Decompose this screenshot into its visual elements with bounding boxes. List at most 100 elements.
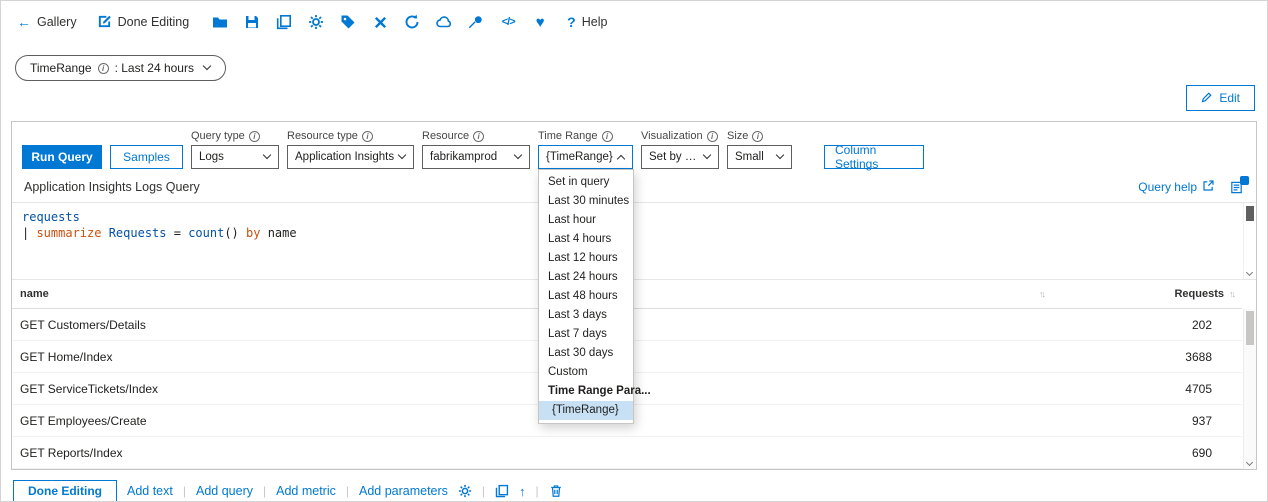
done-editing-button[interactable]: Done Editing: [97, 13, 190, 31]
close-icon[interactable]: [369, 15, 391, 30]
query-help-link[interactable]: Query help: [1138, 179, 1215, 195]
back-arrow-icon: ←: [17, 14, 31, 30]
time-range-label: Time Range: [538, 130, 598, 142]
save-icon[interactable]: [241, 14, 263, 30]
cell-requests: 4705: [1052, 372, 1242, 405]
run-query-button[interactable]: Run Query: [22, 145, 102, 169]
dropdown-item[interactable]: Custom: [539, 363, 633, 382]
dropdown-item[interactable]: Last 7 days: [539, 325, 633, 344]
dropdown-item[interactable]: Last 24 hours: [539, 268, 633, 287]
code-icon[interactable]: </>: [497, 16, 519, 28]
query-code-editor[interactable]: requests | summarize Requests = count() …: [12, 202, 1256, 280]
cell-requests: 937: [1052, 404, 1242, 437]
info-icon[interactable]: i: [601, 130, 613, 142]
dropdown-item[interactable]: Last 30 days: [539, 344, 633, 363]
info-icon[interactable]: i: [361, 130, 373, 142]
edit-button[interactable]: Edit: [1186, 85, 1255, 111]
dropdown-item[interactable]: Last 12 hours: [539, 249, 633, 268]
add-parameters-link[interactable]: Add parameters: [359, 484, 448, 498]
time-range-select[interactable]: {TimeRange}: [538, 145, 633, 169]
pencil-icon: [1201, 91, 1213, 106]
info-icon[interactable]: i: [473, 130, 485, 142]
add-text-link[interactable]: Add text: [127, 484, 173, 498]
code-scrollbar-thumb[interactable]: [1246, 206, 1254, 221]
column-header-requests[interactable]: Requests ↑↓: [1052, 280, 1242, 309]
parameter-row: TimeRange i : Last 24 hours: [1, 43, 1267, 83]
info-icon[interactable]: i: [97, 62, 109, 74]
query-item: Run Query Samples Query type i Logs Resou…: [11, 121, 1257, 470]
separator: |: [262, 484, 267, 498]
tag-icon[interactable]: [337, 14, 359, 30]
column-settings-button[interactable]: Column Settings: [824, 143, 924, 171]
help-button[interactable]: ? Help: [567, 14, 607, 30]
table-scrollbar-thumb[interactable]: [1246, 311, 1254, 345]
advanced-settings-icon[interactable]: [458, 484, 472, 498]
dropdown-item[interactable]: Last 3 days: [539, 306, 633, 325]
edit-row: Edit: [1, 83, 1267, 111]
chevron-down-icon: [202, 61, 212, 71]
dropdown-item[interactable]: Last 48 hours: [539, 287, 633, 306]
query-type-field: Query type i Logs: [191, 130, 279, 169]
time-range-field: Time Range i {TimeRange} Set in query Last…: [538, 130, 651, 424]
code-scrollbar[interactable]: [1243, 203, 1256, 279]
cell-name: GET Employees/Create: [12, 404, 1052, 437]
query-type-select[interactable]: Logs: [191, 145, 279, 169]
visualization-select[interactable]: Set by query: [641, 145, 719, 169]
dropdown-item[interactable]: Last hour: [539, 211, 633, 230]
query-controls: Run Query Samples Query type i Logs Resou…: [12, 122, 1256, 424]
time-range-pill[interactable]: TimeRange i : Last 24 hours: [15, 55, 226, 81]
pin-icon[interactable]: [465, 14, 487, 30]
cell-requests: 202: [1052, 308, 1242, 341]
settings-gear-icon[interactable]: [305, 14, 327, 30]
pill-name: TimeRange: [30, 61, 92, 75]
resource-type-field: Resource type i Application Insights: [287, 130, 414, 169]
info-icon[interactable]: i: [248, 130, 260, 142]
dropdown-item[interactable]: Time Range Para...: [539, 382, 651, 401]
samples-button[interactable]: Samples: [110, 145, 183, 169]
cloud-icon[interactable]: [433, 14, 455, 30]
size-select[interactable]: Small: [727, 145, 792, 169]
resource-type-label: Resource type: [287, 130, 358, 142]
cell-name: GET ServiceTickets/Index: [12, 372, 1052, 405]
scroll-down-arrow-icon[interactable]: [1245, 268, 1254, 277]
resource-type-select[interactable]: Application Insights: [287, 145, 414, 169]
chevron-up-icon: [616, 154, 626, 164]
done-editing-footer-button[interactable]: Done Editing: [13, 480, 117, 501]
done-editing-label: Done Editing: [117, 15, 190, 29]
delete-icon[interactable]: [549, 484, 563, 498]
chevron-down-icon: [775, 150, 785, 160]
cell-name: GET Customers/Details: [12, 308, 1052, 341]
info-icon[interactable]: i: [706, 130, 718, 142]
clone-icon[interactable]: [495, 484, 509, 498]
refresh-icon[interactable]: [401, 14, 423, 30]
dropdown-item[interactable]: Last 4 hours: [539, 230, 633, 249]
scroll-down-arrow-icon[interactable]: [1245, 458, 1254, 467]
sort-icon[interactable]: ↑↓: [1039, 289, 1046, 299]
size-field: Size i Small: [727, 130, 792, 169]
table-scrollbar[interactable]: [1243, 309, 1256, 469]
column-header-name[interactable]: name ↑↓: [12, 280, 1052, 309]
sort-icon[interactable]: ↑↓: [1229, 289, 1236, 299]
size-label: Size: [727, 130, 749, 142]
footer-bar: Done Editing Add text | Add query | Add …: [1, 470, 1267, 501]
gallery-button[interactable]: ← Gallery: [17, 14, 77, 30]
move-up-icon[interactable]: ↑: [519, 484, 526, 499]
folder-icon[interactable]: [209, 14, 231, 30]
info-icon[interactable]: i: [752, 130, 764, 142]
table-row[interactable]: GET Reports/Index 690: [12, 436, 1242, 469]
heart-icon[interactable]: ♥: [529, 14, 551, 31]
gallery-label: Gallery: [37, 15, 77, 29]
pill-value: : Last 24 hours: [114, 61, 194, 75]
notification-badge: [1240, 175, 1249, 185]
resource-select[interactable]: fabrikamprod: [422, 145, 530, 169]
chevron-down-icon: [702, 150, 712, 160]
results-area: name ↑↓ Requests ↑↓ GET Customers/Details …: [12, 280, 1256, 469]
add-query-link[interactable]: Add query: [196, 484, 253, 498]
dropdown-item[interactable]: {TimeRange}: [539, 401, 633, 420]
copy-icon[interactable]: [273, 14, 295, 30]
add-metric-link[interactable]: Add metric: [276, 484, 336, 498]
dropdown-item[interactable]: Set in query: [539, 173, 633, 192]
query-title-row: Application Insights Logs Query Query he…: [12, 175, 1256, 202]
dropdown-item[interactable]: Last 30 minutes: [539, 192, 633, 211]
feedback-icon[interactable]: [1229, 175, 1249, 195]
